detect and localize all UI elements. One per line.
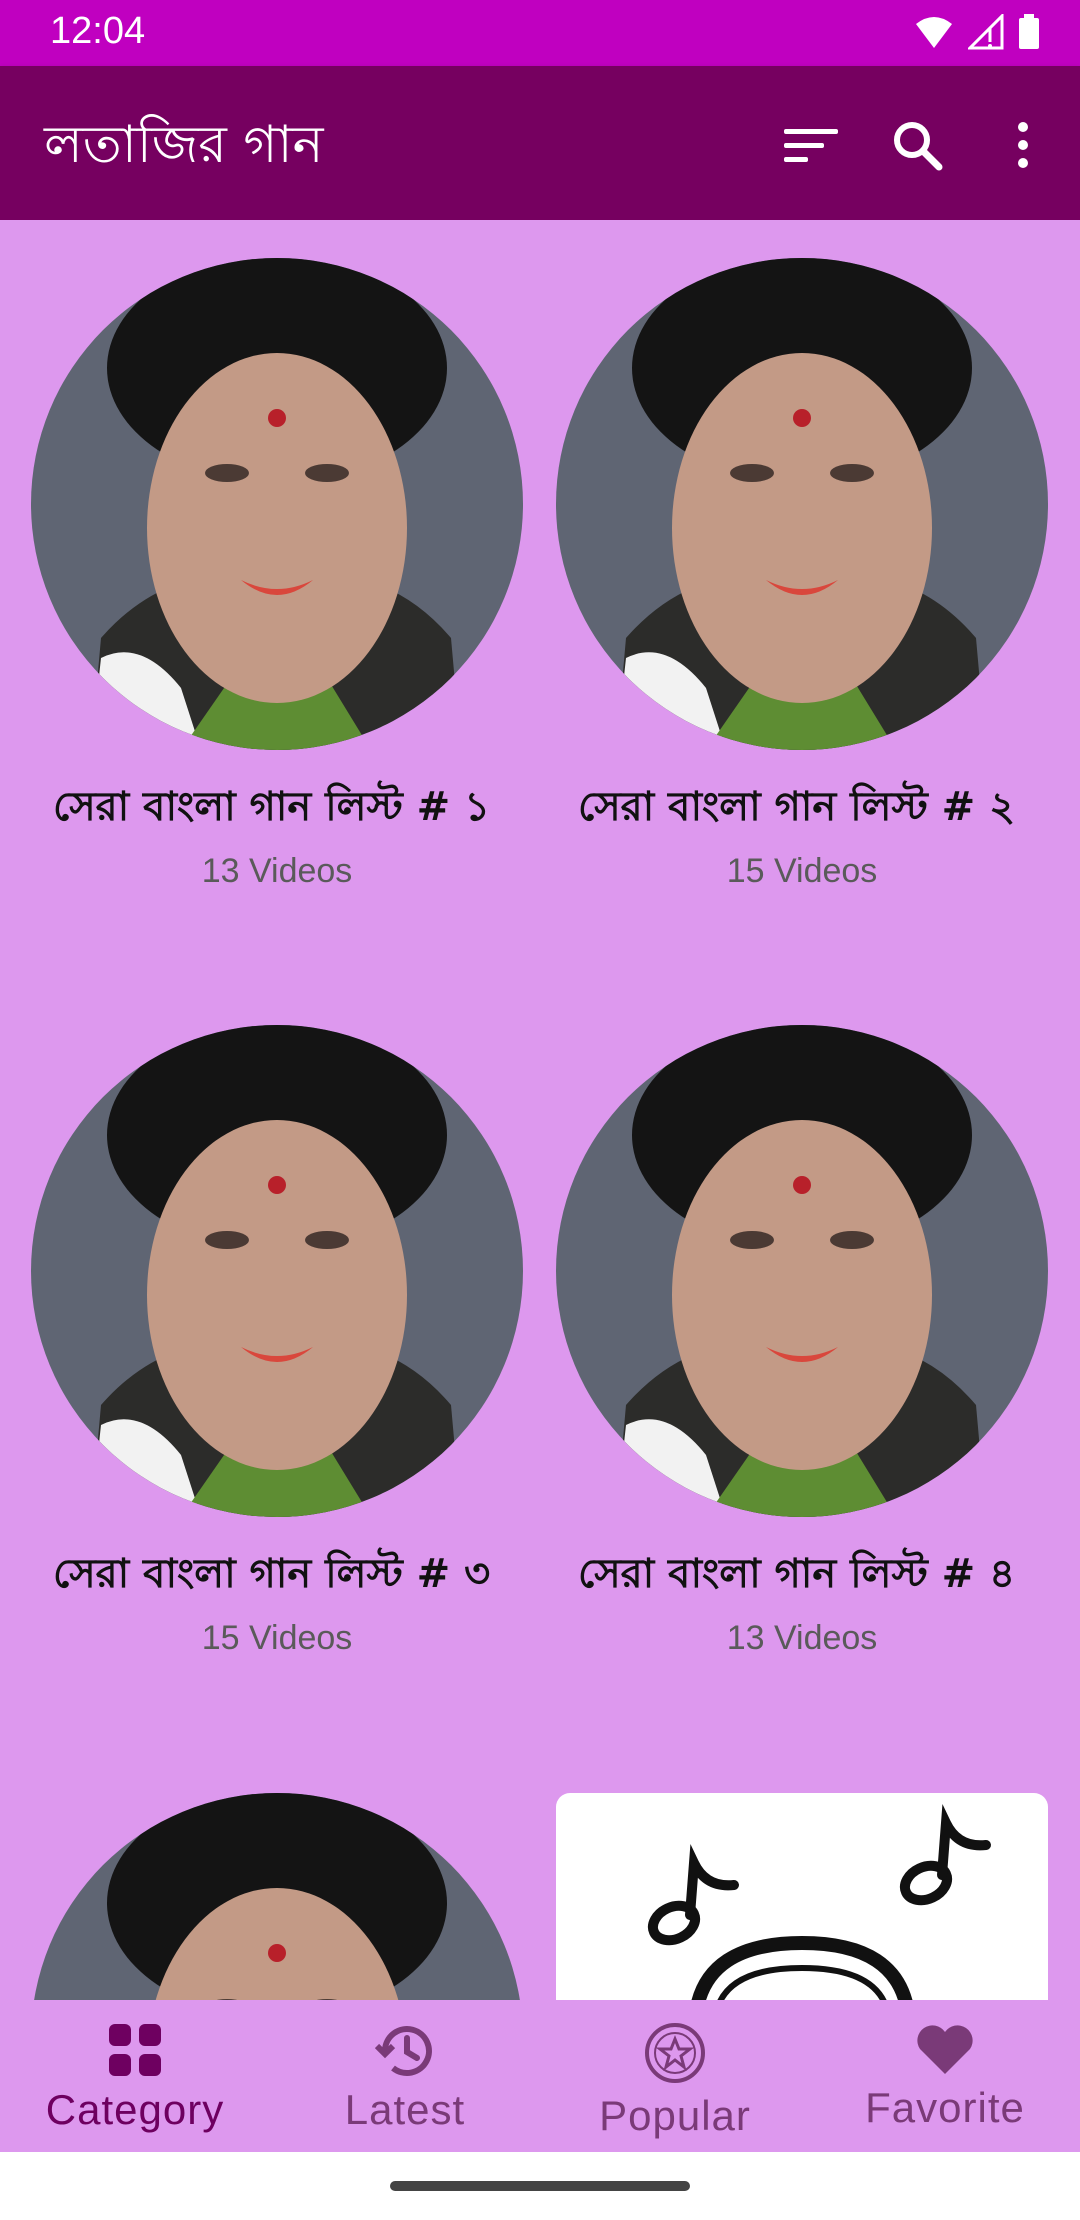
category-card-partial[interactable] [31,1793,523,2000]
category-card[interactable]: সেরা বাংলা গান লিস্ট # ১ 13 Videos [31,258,523,891]
bottom-navigation: Category Latest Popular Favorite [0,2000,1080,2152]
star-badge-icon [645,2023,705,2083]
video-count: 13 Videos [201,852,353,890]
category-card[interactable]: সেরা বাংলা গান লিস্ট # ৩ 15 Videos [31,1025,523,1658]
category-thumbnail[interactable] [31,258,523,750]
category-title: সেরা বাংলা গান লিস্ট # ১ [53,784,491,830]
nav-label: Category [45,2086,225,2133]
app-bar: লতাজির গান [0,66,1080,220]
status-bar: 12:04 [0,0,1080,66]
category-thumbnail[interactable] [31,1793,523,2000]
category-card[interactable]: সেরা বাংলা গান লিস্ট # ৪ 13 Videos [556,1025,1048,1658]
nav-label: Latest [344,2086,466,2133]
sort-icon[interactable] [780,114,842,176]
nav-popular[interactable]: Popular [540,2000,810,2152]
nav-label: Favorite [865,2084,1025,2131]
wifi-icon [914,14,954,54]
nav-category[interactable]: Category [0,2000,270,2152]
video-count: 15 Videos [726,852,878,890]
category-thumbnail[interactable] [31,1025,523,1517]
search-icon[interactable] [886,114,948,176]
video-count: 13 Videos [726,1619,878,1657]
more-vert-icon[interactable] [992,114,1054,176]
category-thumbnail[interactable] [556,258,1048,750]
history-icon [375,2026,432,2076]
category-card-partial[interactable] [556,1793,1048,2000]
status-time: 12:04 [50,10,146,52]
nav-latest[interactable]: Latest [270,2000,540,2152]
music-notes-icon [647,1804,991,2000]
grid-icon [109,2024,161,2076]
category-card[interactable]: সেরা বাংলা গান লিস্ট # ২ 15 Videos [556,258,1048,891]
battery-icon [1018,14,1040,54]
category-title: সেরা বাংলা গান লিস্ট # ৪ [578,1551,1016,1597]
nav-label: Popular [599,2092,751,2139]
home-indicator[interactable] [390,2181,690,2191]
heart-icon [917,2025,973,2074]
app-title: লতাজির গান [44,115,324,175]
video-count: 15 Videos [201,1619,353,1657]
category-thumbnail[interactable] [556,1025,1048,1517]
status-icons [914,12,1040,54]
category-title: সেরা বাংলা গান লিস্ট # ২ [578,784,1016,830]
category-title: সেরা বাংলা গান লিস্ট # ৩ [53,1551,491,1597]
gesture-bar [0,2152,1080,2220]
app-bar-actions [780,114,1054,176]
nav-favorite[interactable]: Favorite [810,2000,1080,2152]
cell-signal-icon [966,12,1004,54]
category-grid: সেরা বাংলা গান লিস্ট # ১ 13 Videos সেরা … [0,220,1080,2000]
